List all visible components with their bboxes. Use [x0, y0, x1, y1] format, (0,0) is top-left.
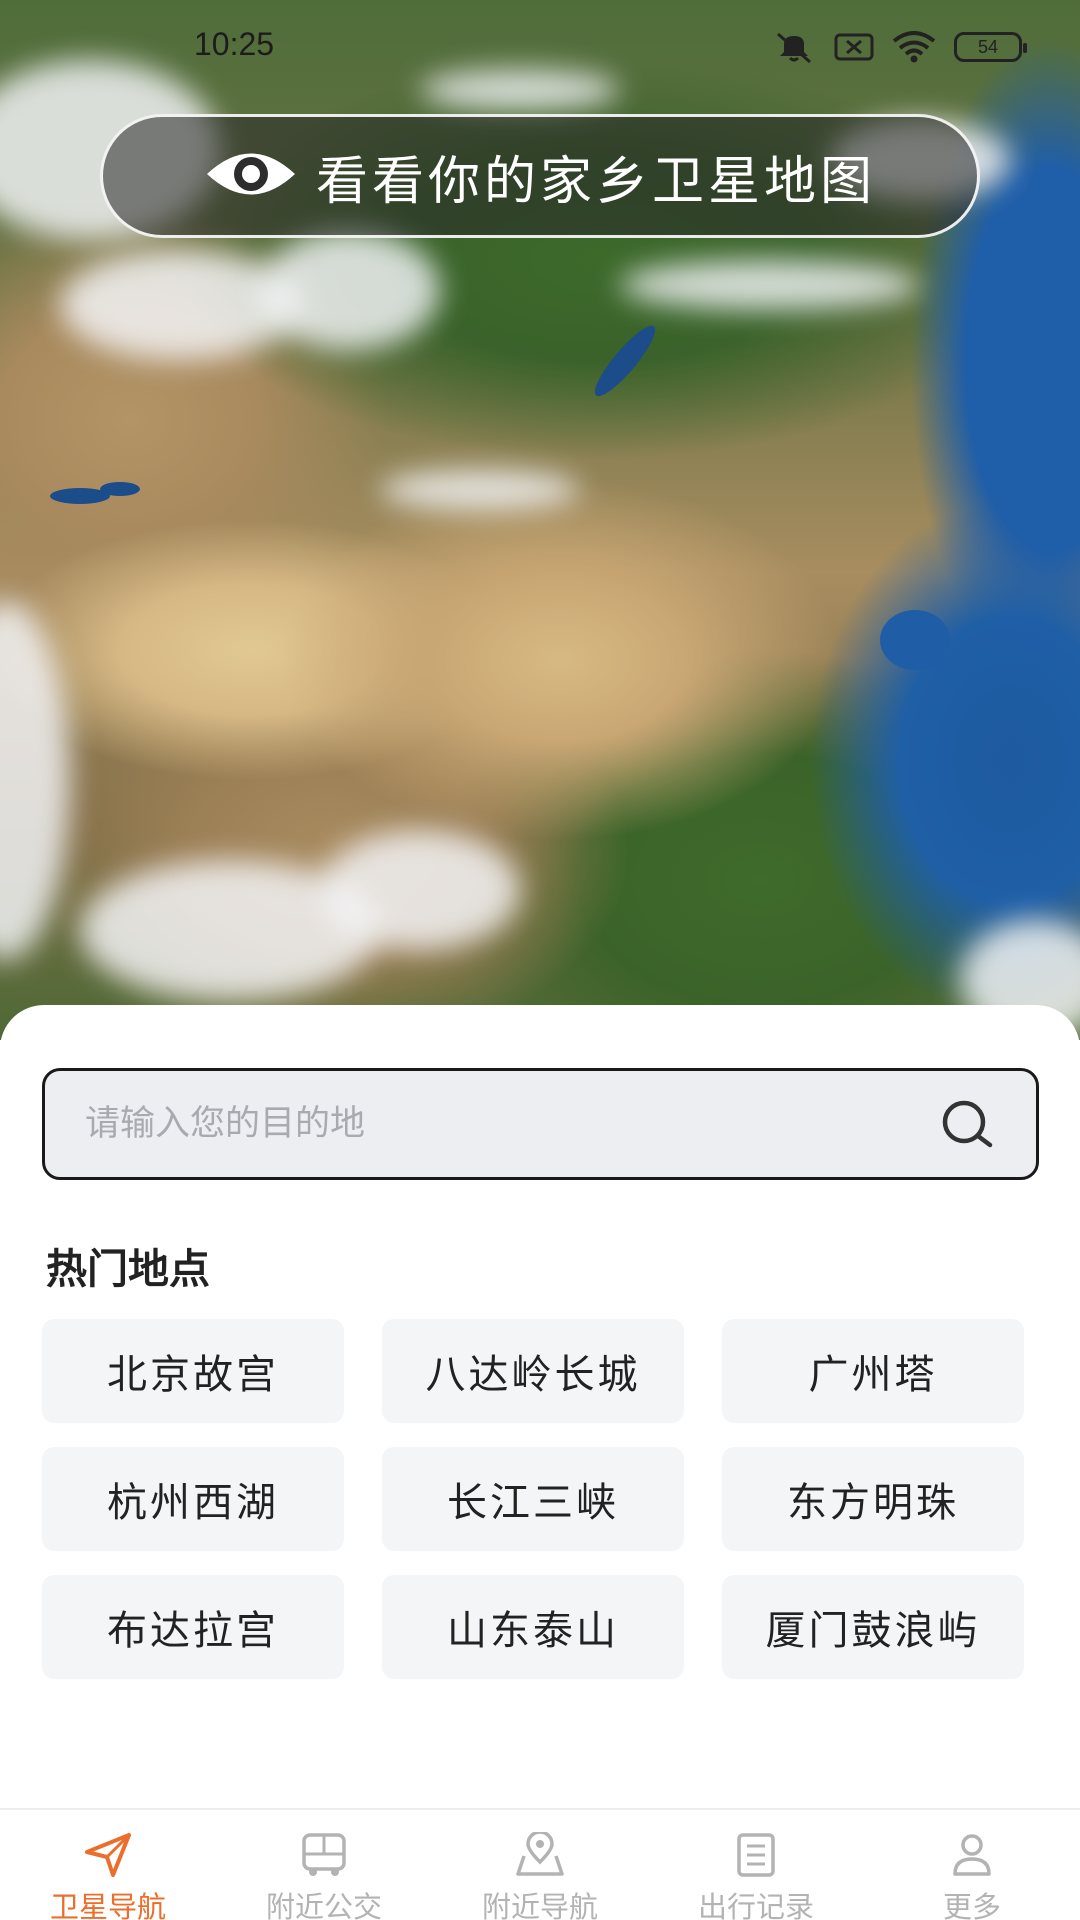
place-chip[interactable]: 八达岭长城 — [382, 1319, 684, 1423]
banner-text: 看看你的家乡卫星地图 — [315, 151, 876, 212]
notification-icon — [834, 32, 874, 62]
place-chip[interactable]: 布达拉宫 — [42, 1575, 344, 1679]
nav-label: 附近公交 — [265, 1890, 382, 1920]
wifi-icon — [892, 31, 936, 63]
nav-label: 附近导航 — [481, 1890, 598, 1920]
bottom-nav: 卫星导航 附近公交 附近导航 出行记录 更多 — [0, 1808, 1080, 1920]
place-chip[interactable]: 北京故宫 — [42, 1319, 344, 1423]
bus-icon — [298, 1832, 350, 1878]
status-icons: 54 — [772, 30, 1027, 64]
search-box[interactable] — [42, 1068, 1039, 1180]
hot-places-title: 热门地点 — [46, 1245, 210, 1293]
status-time: 10:25 — [194, 26, 275, 62]
nav-item-more[interactable]: 更多 — [864, 1810, 1080, 1920]
battery-icon: 54 — [954, 32, 1027, 62]
nav-label: 出行记录 — [697, 1890, 814, 1920]
battery-level: 54 — [977, 36, 999, 57]
search-input[interactable] — [85, 1104, 936, 1144]
nav-item-satellite-navigation[interactable]: 卫星导航 — [0, 1810, 216, 1920]
place-chip[interactable]: 东方明珠 — [722, 1447, 1024, 1551]
mute-icon — [772, 30, 816, 64]
place-chip[interactable]: 山东泰山 — [382, 1575, 684, 1679]
place-chip[interactable]: 厦门鼓浪屿 — [722, 1575, 1024, 1679]
eye-icon — [204, 145, 298, 207]
place-chip[interactable]: 广州塔 — [722, 1319, 1024, 1423]
nav-item-nearby-bus[interactable]: 附近公交 — [216, 1810, 432, 1920]
nav-label: 卫星导航 — [49, 1890, 166, 1920]
search-sheet: 热门地点 北京故宫 八达岭长城 广州塔 杭州西湖 长江三峡 东方明珠 布达拉宫 … — [0, 1005, 1080, 1815]
list-icon — [732, 1832, 780, 1878]
place-chip[interactable]: 杭州西湖 — [42, 1447, 344, 1551]
search-icon[interactable] — [936, 1094, 996, 1154]
place-chip[interactable]: 长江三峡 — [382, 1447, 684, 1551]
nav-item-nearby-navigation[interactable]: 附近导航 — [432, 1810, 648, 1920]
status-bar: 10:25 54 — [0, 0, 1080, 96]
navigation-arrow-icon — [83, 1832, 133, 1878]
nav-item-travel-records[interactable]: 出行记录 — [648, 1810, 864, 1920]
hot-places-grid: 北京故宫 八达岭长城 广州塔 杭州西湖 长江三峡 东方明珠 布达拉宫 山东泰山 … — [42, 1319, 1042, 1679]
nav-label: 更多 — [942, 1890, 1001, 1920]
user-icon — [948, 1832, 996, 1878]
hometown-map-banner[interactable]: 看看你的家乡卫星地图 — [100, 114, 980, 238]
map-pin-icon — [514, 1832, 566, 1878]
